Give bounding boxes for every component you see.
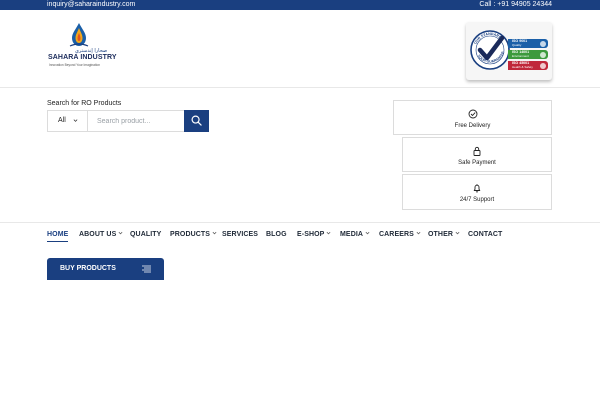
logo-name: SAHARA INDUSTRY xyxy=(48,54,117,61)
heart-icon xyxy=(540,62,546,69)
quality-icon xyxy=(540,40,546,47)
feature-label: Safe Payment xyxy=(458,160,496,166)
buy-products-menu-button[interactable]: BUY PRODUCTS xyxy=(47,258,164,280)
main-navigation: HOME ABOUT US QUALITY PRODUCTS SERVICES … xyxy=(0,222,600,249)
nav-quality[interactable]: QUALITY xyxy=(130,231,161,238)
product-search-form: All xyxy=(47,110,209,132)
category-select[interactable]: All xyxy=(48,111,88,131)
nav-careers[interactable]: CAREERS xyxy=(379,231,421,238)
leaf-icon xyxy=(540,51,546,58)
nav-contact[interactable]: CONTACT xyxy=(468,231,502,238)
logo-tagline: Innovation Beyond Your Imagination xyxy=(49,63,101,67)
chevron-down-icon xyxy=(455,231,460,235)
search-input[interactable] xyxy=(88,111,184,131)
nav-label: ABOUT US xyxy=(79,231,117,238)
buy-products-label: BUY PRODUCTS xyxy=(60,265,116,272)
chevron-down-icon xyxy=(73,119,78,122)
nav-e-shop[interactable]: E-SHOP xyxy=(297,231,331,238)
contact-email-link[interactable]: inquiry@saharaindustry.com xyxy=(47,0,135,10)
nav-label: MEDIA xyxy=(340,231,364,238)
check-circle-icon xyxy=(468,109,477,119)
site-logo[interactable]: صحارا إندستري SAHARA INDUSTRY Innovation… xyxy=(47,22,117,74)
feature-free-delivery: Free Delivery xyxy=(393,100,552,135)
iso-45001-row: ISO 45001 Health & Safety xyxy=(508,61,548,70)
feature-support: 24/7 Support xyxy=(402,174,552,210)
menu-icon xyxy=(142,265,151,273)
iso-certification-badge: OUR STANDARD YOUR GUARANTEE ISO 9001 Qua… xyxy=(466,22,552,80)
nav-services[interactable]: SERVICES xyxy=(222,231,258,238)
nav-home[interactable]: HOME xyxy=(47,231,69,242)
contact-phone-link[interactable]: Call : +91 94905 24344 xyxy=(479,0,552,10)
chevron-down-icon xyxy=(212,231,217,235)
water-drop-flame-icon xyxy=(69,23,89,47)
bell-icon xyxy=(473,184,481,193)
category-select-value: All xyxy=(58,117,66,124)
feature-label: 24/7 Support xyxy=(459,197,495,203)
search-icon xyxy=(191,115,202,126)
nav-label: OTHER xyxy=(428,231,453,238)
feature-safe-payment: Safe Payment xyxy=(402,137,552,172)
top-contact-bar: inquiry@saharaindustry.com Call : +91 94… xyxy=(0,0,600,10)
nav-products[interactable]: PRODUCTS xyxy=(170,231,217,238)
nav-blog[interactable]: BLOG xyxy=(266,231,287,238)
iso-14001-row: ISO 14001 Environment xyxy=(508,50,548,59)
search-label: Search for RO Products xyxy=(47,100,122,107)
search-button[interactable] xyxy=(184,110,209,132)
nav-about-us[interactable]: ABOUT US xyxy=(79,231,123,238)
nav-media[interactable]: MEDIA xyxy=(340,231,370,238)
chevron-down-icon xyxy=(118,231,123,235)
nav-label: PRODUCTS xyxy=(170,231,211,238)
nav-label: E-SHOP xyxy=(297,231,325,238)
iso-9001-row: ISO 9001 Quality xyxy=(508,39,548,48)
chevron-down-icon xyxy=(416,231,421,235)
site-header: صحارا إندستري SAHARA INDUSTRY Innovation… xyxy=(0,10,600,88)
chevron-down-icon xyxy=(365,231,370,235)
chevron-down-icon xyxy=(327,231,331,235)
nav-label: CAREERS xyxy=(379,231,414,238)
feature-label: Free Delivery xyxy=(454,123,491,129)
lock-icon xyxy=(473,146,481,156)
nav-other[interactable]: OTHER xyxy=(428,231,460,238)
